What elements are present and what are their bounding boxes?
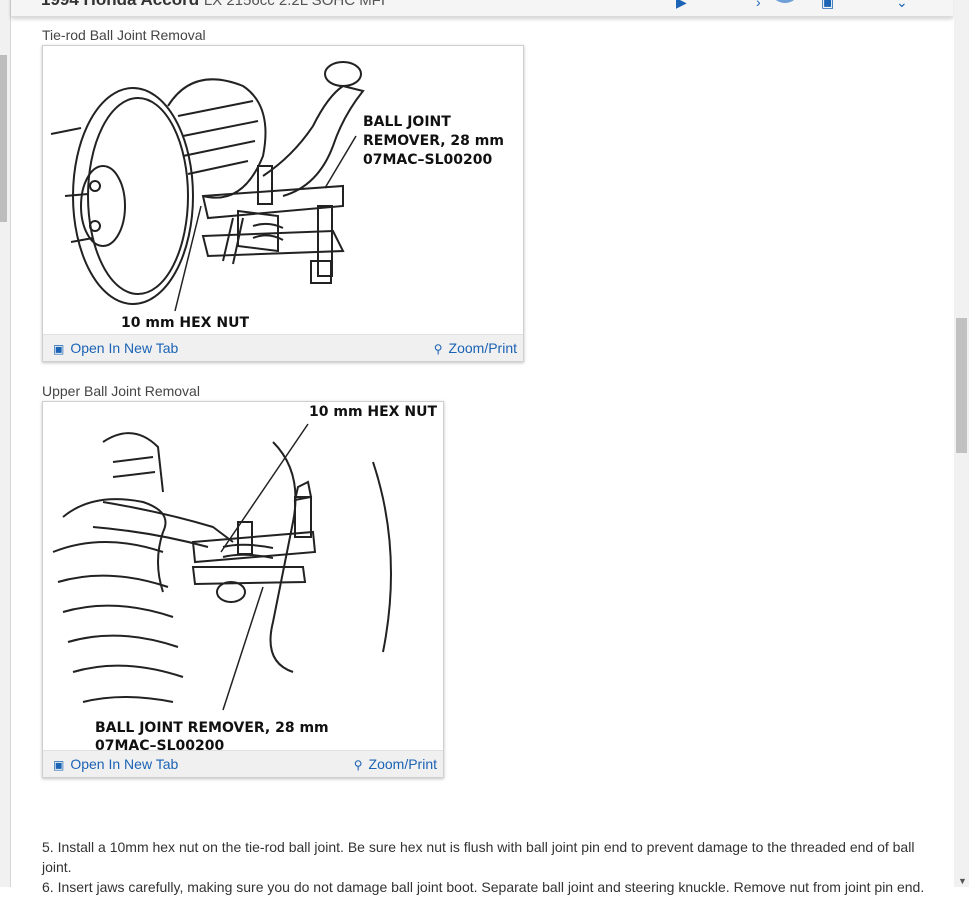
label-hex-nut: 10 mm HEX NUT	[121, 315, 249, 331]
label-tool-line2: REMOVER, 28 mm	[363, 133, 504, 149]
avatar[interactable]	[771, 0, 799, 3]
figure-tie-rod-ball-joint: BALL JOINT REMOVER, 28 mm 07MAC–SL00200 …	[42, 45, 524, 362]
open-in-new-tab-link[interactable]: ▣ Open In New Tab	[53, 340, 178, 356]
step-text: 6. Insert jaws carefully, making sure yo…	[42, 879, 925, 895]
open-in-new-tab-icon: ▣	[53, 758, 65, 772]
label-hex-nut: 10 mm HEX NUT	[309, 404, 437, 420]
zoom-print-link[interactable]: ⚲ Zoom/Print	[354, 756, 437, 772]
magnifier-plus-icon: ⚲	[353, 758, 363, 772]
label-tool-line3: 07MAC–SL00200	[363, 152, 492, 168]
add-to-folder-icon[interactable]: ▣	[821, 0, 834, 11]
open-in-new-tab-link[interactable]: ▣ Open In New Tab	[53, 756, 178, 772]
page-subtitle: LX 2156cc 2.2L SOHC MFI	[203, 0, 386, 9]
scroll-down-arrow-icon[interactable]: ▼	[958, 876, 967, 886]
page-scrollbar[interactable]: ▼	[954, 0, 969, 887]
magnifier-plus-icon: ⚲	[433, 342, 443, 356]
left-scrollbar-thumb[interactable]	[0, 55, 7, 222]
comment-icon[interactable]: ▶	[676, 0, 687, 11]
scrollbar-thumb[interactable]	[956, 318, 967, 453]
zoom-print-link[interactable]: ⚲ Zoom/Print	[434, 340, 517, 356]
chevron-down-icon[interactable]: ⌄	[896, 0, 908, 11]
chevron-right-icon[interactable]: ›	[756, 0, 761, 10]
document-header: 1994 Honda Accord LX 2156cc 2.2L SOHC MF…	[11, 0, 953, 17]
figure-toolbar: ▣ Open In New Tab ⚲ Zoom/Print	[43, 750, 443, 777]
label-tool-line1: BALL JOINT REMOVER, 28 mm	[95, 720, 329, 736]
figure-upper-ball-joint: 10 mm HEX NUT BALL JOINT REMOVER, 28 mm …	[42, 401, 444, 778]
open-in-new-tab-icon: ▣	[53, 342, 65, 356]
upper-ball-joint-illustration: 10 mm HEX NUT BALL JOINT REMOVER, 28 mm …	[52, 404, 437, 751]
figure-toolbar: ▣ Open In New Tab ⚲ Zoom/Print	[43, 334, 523, 361]
tie-rod-illustration: BALL JOINT REMOVER, 28 mm 07MAC–SL00200 …	[50, 61, 504, 331]
procedure-steps: 5. Install a 10mm hex nut on the tie-rod…	[42, 837, 942, 897]
left-panel-scrollbar[interactable]	[0, 0, 11, 887]
page-title: 1994 Honda Accord LX 2156cc 2.2L SOHC MF…	[41, 0, 385, 10]
step-text: 5. Install a 10mm hex nut on the tie-rod…	[42, 839, 915, 875]
label-tool-line1: BALL JOINT	[363, 114, 451, 130]
figure-caption: Upper Ball Joint Removal	[42, 383, 200, 399]
figure-caption: Tie-rod Ball Joint Removal	[42, 27, 206, 43]
